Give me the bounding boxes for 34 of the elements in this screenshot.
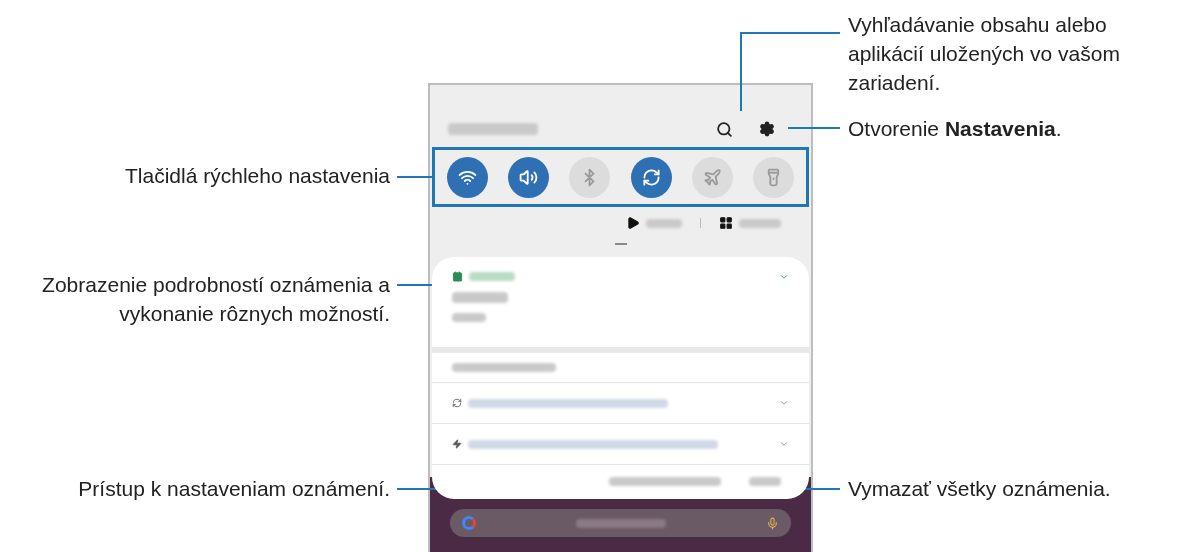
blurred-text (646, 218, 682, 228)
callout-text: Otvorenie Nastavenia. (848, 116, 1063, 142)
quick-toggle-button[interactable] (752, 156, 794, 198)
callout-text: Zobrazenie podrobností oznámenia a vykonanie rôznych možností. (41, 272, 390, 327)
settings-icon[interactable] (759, 121, 775, 137)
quick-toggle-button[interactable] (630, 156, 672, 198)
play-icon[interactable] (626, 216, 640, 230)
blurred-text (469, 272, 515, 281)
google-search-bar[interactable] (450, 509, 791, 537)
quick-toggle-button[interactable] (691, 156, 733, 198)
grid-icon[interactable] (719, 216, 733, 230)
blurred-text (452, 292, 508, 303)
chevron-down-icon[interactable] (779, 398, 789, 408)
sync-icon (641, 167, 661, 187)
chevron-down-icon[interactable] (779, 439, 789, 449)
google-logo-icon (462, 516, 476, 530)
leader-line (787, 127, 841, 129)
callout-text: Vyhľadávanie obsahu alebo aplikácií uložených vo vašom zariadení. (848, 12, 1121, 96)
callout-text: Prístup k nastaveniam oznámení. (77, 476, 390, 502)
quick-toggle-button[interactable] (447, 156, 489, 198)
microphone-icon[interactable] (766, 516, 779, 530)
calendar-icon (452, 271, 463, 282)
callout-text: Tlačidlá rýchleho nastavenia (124, 163, 390, 189)
lightning-icon (452, 439, 462, 449)
search-icon[interactable] (716, 120, 733, 138)
airplane-icon (702, 167, 722, 187)
blurred-text (452, 313, 486, 322)
speaker-icon (519, 167, 539, 187)
blurred-text (749, 476, 781, 486)
quick-toggle-button[interactable] (508, 156, 550, 198)
quick-toggle-button[interactable] (569, 156, 611, 198)
blurred-text (739, 218, 781, 228)
drag-handle[interactable] (614, 243, 627, 245)
callout-text: Vymazať všetky oznámenia. (848, 476, 1112, 502)
